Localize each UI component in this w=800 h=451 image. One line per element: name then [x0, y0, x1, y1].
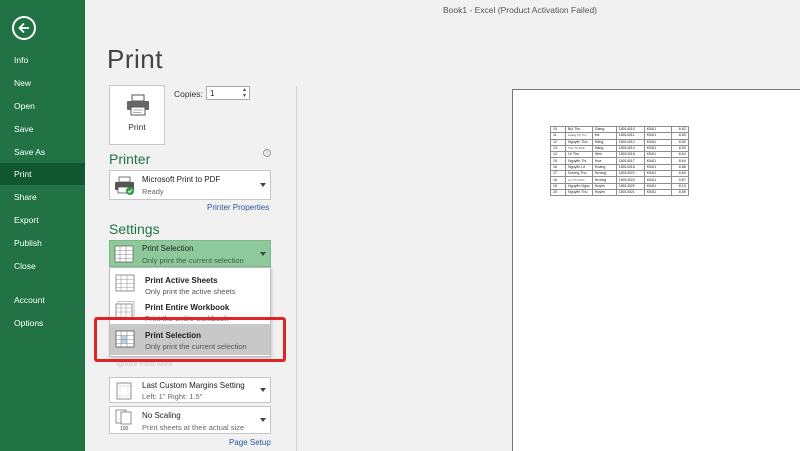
table-row: 20 Nguyễn Thu Huyền 18014021 K54I1 8.59 — [550, 188, 689, 197]
menu-item-title: Print Entire Workbook — [145, 303, 230, 312]
printer-name: Microsoft Print to PDF — [142, 175, 221, 184]
backstage-sidebar: Info New Open Save Save As Print Share E… — [0, 0, 85, 451]
nav-open[interactable]: Open — [0, 95, 85, 117]
back-arrow-icon[interactable] — [12, 16, 36, 40]
nav-save-as[interactable]: Save As — [0, 141, 85, 163]
page-title: Print — [107, 44, 163, 74]
panel-divider — [296, 86, 297, 451]
margins-subtitle: Left: 1" Right: 1.5" — [142, 392, 203, 401]
margins-dropdown[interactable]: Last Custom Margins Setting Left: 1" Rig… — [109, 377, 271, 403]
print-button[interactable]: Print — [109, 85, 165, 145]
printer-properties-link[interactable]: Printer Properties — [207, 203, 269, 212]
table-cell: 8.59 — [670, 188, 689, 197]
margins-icon — [116, 382, 132, 400]
copies-label: Copies: — [174, 89, 203, 99]
settings-heading: Settings — [109, 221, 160, 237]
table-cell: K54I1 — [643, 188, 672, 197]
table-cell: Huyền — [591, 188, 617, 197]
chevron-down-icon — [260, 183, 266, 187]
sheet-icon — [114, 245, 134, 263]
nav-export[interactable]: Export — [0, 209, 85, 231]
print-button-label: Print — [128, 122, 146, 132]
menu-item-print-active-sheets[interactable]: Print Active Sheets Only print the activ… — [110, 270, 270, 297]
nav-share[interactable]: Share — [0, 186, 85, 208]
printer-status: Ready — [142, 187, 164, 196]
scaling-icon — [115, 409, 132, 425]
menu-item-subtitle: Only print the active sheets — [145, 287, 236, 296]
table-cell: Nguyễn Thu — [565, 188, 593, 197]
printer-dropdown[interactable]: Microsoft Print to PDF Ready — [109, 170, 271, 200]
table-cell: Nguyễn Ngọc — [565, 182, 593, 190]
chevron-down-icon — [260, 418, 266, 422]
scaling-title: No Scaling — [142, 411, 181, 420]
nav-account[interactable]: Account — [0, 289, 85, 311]
highlight-box — [94, 317, 286, 362]
print-what-dropdown[interactable]: Print Selection Only print the current s… — [109, 240, 271, 267]
info-icon[interactable]: i — [263, 149, 271, 157]
preview-table: 10 Bùi Thu Giang 18014010 K54I1 8.62 11 Hoàng T… — [550, 125, 689, 197]
copies-down-icon[interactable]: ▼ — [240, 93, 249, 99]
menu-item-title: Print Active Sheets — [145, 276, 218, 285]
page-setup-link[interactable]: Page Setup — [229, 438, 271, 447]
table-cell: 18014021 — [615, 188, 645, 197]
scaling-subtitle: Print sheets at their actual size — [142, 423, 245, 432]
print-preview-page: 10 Bùi Thu Giang 18014010 K54I1 8.62 11 Hoàng T… — [512, 89, 800, 451]
scaling-icon-text: 100 — [120, 426, 129, 432]
printer-icon — [127, 94, 149, 116]
nav-publish[interactable]: Publish — [0, 232, 85, 254]
nav-options[interactable]: Options — [0, 312, 85, 334]
printer-heading: Printer — [109, 151, 151, 167]
margins-title: Last Custom Margins Setting — [142, 381, 245, 390]
table-cell: 20 — [550, 188, 566, 197]
chevron-down-icon — [260, 388, 266, 392]
chevron-down-icon — [260, 251, 266, 256]
nav-print[interactable]: Print — [0, 163, 85, 185]
active-sheets-icon — [115, 274, 135, 292]
nav-new[interactable]: New — [0, 72, 85, 94]
nav-close[interactable]: Close — [0, 255, 85, 277]
scaling-dropdown[interactable]: 100 No Scaling Print sheets at their act… — [109, 406, 271, 434]
window-title: Book1 - Excel (Product Activation Failed… — [442, 5, 597, 15]
selected-option-subtitle: Only print the current selection — [142, 256, 244, 265]
printer-ready-icon — [115, 176, 134, 195]
selected-option-title: Print Selection — [142, 244, 194, 253]
nav-save[interactable]: Save — [0, 118, 85, 140]
nav-info[interactable]: Info — [0, 49, 85, 71]
